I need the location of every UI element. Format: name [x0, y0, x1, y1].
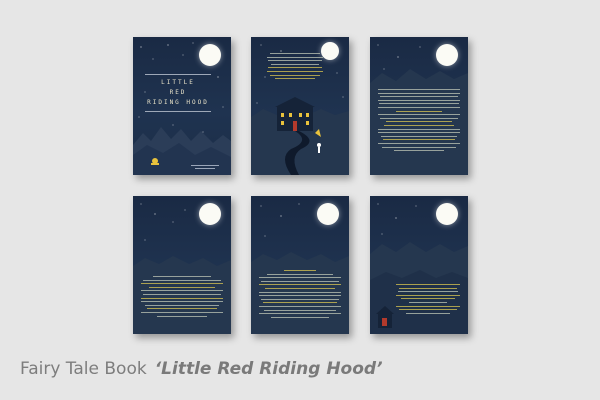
text-block [396, 284, 460, 316]
book-page-text-1 [370, 37, 468, 175]
title-rule-top [145, 74, 211, 75]
moon-icon [436, 44, 458, 66]
book-page-cover: LITTLE RED RIDING HOOD [133, 37, 231, 175]
cover-title-line2: RED [169, 89, 187, 96]
title-rule-bottom [145, 111, 211, 112]
book-page-text-3 [251, 196, 349, 334]
moon-icon [317, 203, 339, 225]
cover-title-line3: RIDING HOOD [147, 99, 209, 106]
moon-icon [321, 42, 339, 60]
book-page-text-2 [133, 196, 231, 334]
text-block [259, 270, 341, 320]
caption-book-title: ‘Little Red Riding Hood’ [154, 359, 383, 379]
text-block [378, 89, 460, 154]
book-page-house-scene [251, 37, 349, 175]
mockup-stage: LITTLE RED RIDING HOOD Fairy Tale Book ‘… [0, 0, 600, 400]
book-page-final [370, 196, 468, 334]
text-block [267, 53, 323, 82]
cover-title: LITTLE RED RIDING HOOD [145, 71, 211, 115]
moon-icon [199, 203, 221, 225]
caption: Fairy Tale Book ‘Little Red Riding Hood’ [20, 359, 383, 379]
cover-title-line1: LITTLE [161, 79, 195, 86]
text-block [141, 276, 223, 319]
caption-prefix: Fairy Tale Book [20, 359, 147, 379]
moon-icon [436, 203, 458, 225]
moon-icon [199, 44, 221, 66]
